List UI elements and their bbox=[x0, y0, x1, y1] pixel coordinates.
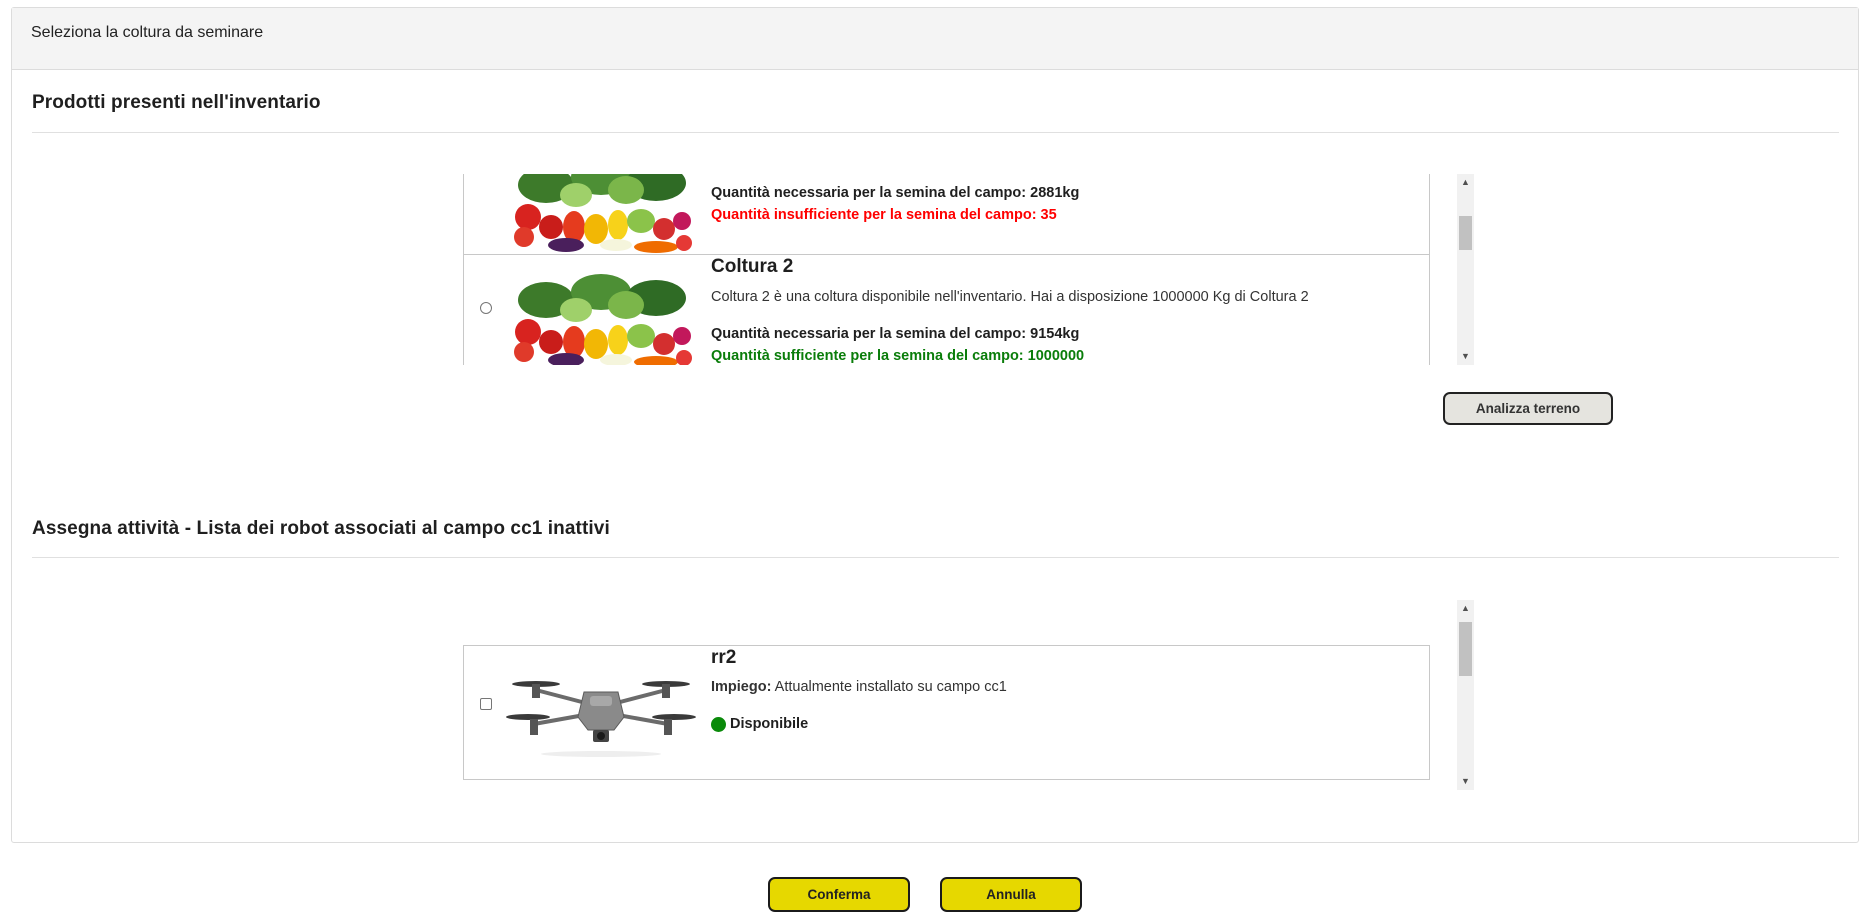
item-qty-needed: Quantità necessaria per la semina del ca… bbox=[711, 185, 1080, 201]
robot-usage: Impiego: Attualmente installato su campo… bbox=[711, 679, 1007, 695]
status-available-icon bbox=[711, 717, 726, 732]
vegetables-image bbox=[506, 270, 696, 365]
inventory-item[interactable]: Quantità necessaria per la semina del ca… bbox=[463, 174, 1430, 262]
confirm-button[interactable]: Conferma bbox=[768, 877, 910, 912]
robots-scrollbar[interactable]: ▲ ▼ bbox=[1457, 600, 1474, 790]
robot-name: rr2 bbox=[711, 647, 737, 668]
robots-section-title: Assegna attività - Lista dei robot assoc… bbox=[32, 518, 610, 539]
robots-divider bbox=[32, 557, 1839, 558]
robot-checkbox[interactable] bbox=[480, 698, 492, 710]
robot-usage-value: Attualmente installato su campo cc1 bbox=[771, 679, 1007, 695]
scroll-down-arrow-icon[interactable]: ▼ bbox=[1457, 348, 1474, 365]
inventory-list[interactable]: Quantità necessaria per la semina del ca… bbox=[463, 174, 1431, 365]
analyze-soil-button[interactable]: Analizza terreno bbox=[1443, 392, 1613, 425]
scroll-up-arrow-icon[interactable]: ▲ bbox=[1457, 174, 1474, 191]
inventory-scrollbar[interactable]: ▲ ▼ bbox=[1457, 174, 1474, 365]
item-title: Coltura 2 bbox=[711, 256, 794, 277]
robot-status: Disponibile bbox=[730, 716, 809, 732]
robot-usage-label: Impiego: bbox=[711, 679, 772, 695]
robot-item[interactable]: rr2 Impiego: Attualmente installato su c… bbox=[463, 645, 1430, 780]
inventory-section-title: Prodotti presenti nell'inventario bbox=[32, 92, 321, 113]
inventory-item[interactable]: Coltura 2 Coltura 2 è una coltura dispon… bbox=[463, 254, 1430, 365]
card-header-title: Seleziona la coltura da seminare bbox=[31, 24, 264, 41]
crop-radio[interactable] bbox=[480, 302, 492, 314]
scrollbar-thumb[interactable] bbox=[1459, 622, 1472, 676]
cancel-button[interactable]: Annulla bbox=[940, 877, 1082, 912]
scroll-down-arrow-icon[interactable]: ▼ bbox=[1457, 773, 1474, 790]
drone-image bbox=[506, 662, 696, 762]
item-qty-needed: Quantità necessaria per la semina del ca… bbox=[711, 326, 1080, 342]
scroll-up-arrow-icon[interactable]: ▲ bbox=[1457, 600, 1474, 617]
item-availability: Quantità sufficiente per la semina del c… bbox=[711, 348, 1085, 364]
item-description: Coltura 2 è una coltura disponibile nell… bbox=[711, 289, 1309, 305]
scrollbar-thumb[interactable] bbox=[1459, 216, 1472, 250]
vegetables-image bbox=[506, 174, 696, 255]
item-availability: Quantità insufficiente per la semina del… bbox=[711, 207, 1057, 223]
inventory-divider bbox=[32, 132, 1839, 133]
card-header: Seleziona la coltura da seminare bbox=[12, 8, 1858, 70]
robots-list[interactable]: rr2 Impiego: Attualmente installato su c… bbox=[463, 600, 1431, 790]
